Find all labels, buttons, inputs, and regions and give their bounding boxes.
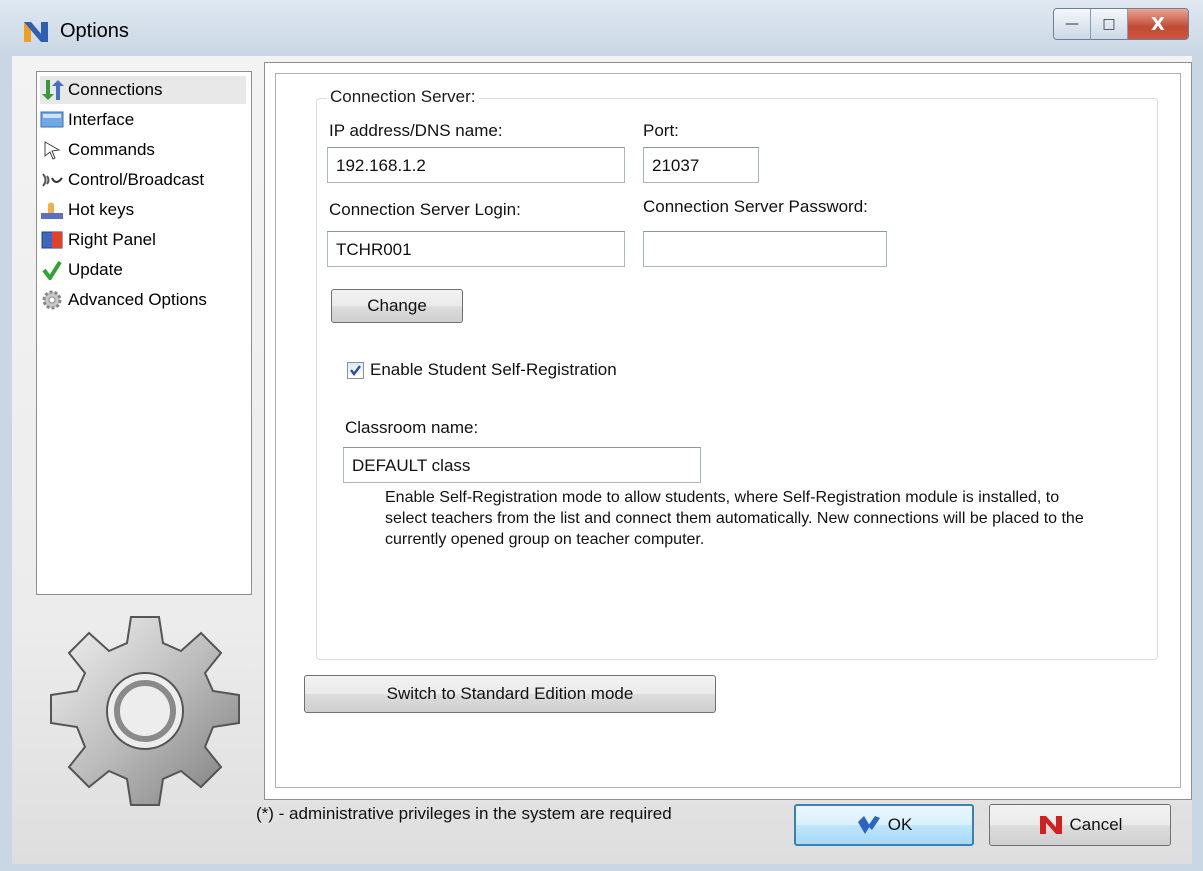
sidebar-item-label: Hot keys: [68, 200, 135, 219]
classroom-name-input[interactable]: DEFAULT class: [343, 447, 701, 483]
login-label: Connection Server Login:: [329, 200, 521, 219]
self-registration-help-text: Enable Self-Registration mode to allow s…: [385, 489, 1084, 548]
login-input[interactable]: TCHR001: [327, 231, 625, 267]
title-bar[interactable]: Options — □ X: [0, 0, 1203, 56]
sidebar-item-label: Interface: [68, 110, 135, 129]
group-title: Connection Server:: [327, 87, 479, 107]
options-window: Options — □ X Connections Interface Comm…: [0, 0, 1203, 871]
cancel-x-icon: [1039, 816, 1062, 834]
sidebar-item-right-panel[interactable]: Right Panel: [40, 226, 246, 254]
window-controls: — □ X: [1053, 8, 1189, 40]
cancel-label: Cancel: [1069, 815, 1123, 834]
connections-arrows-icon: [40, 79, 64, 101]
sidebar-item-label: Connections: [68, 80, 163, 99]
sidebar-item-label: Commands: [68, 140, 155, 159]
switch-to-standard-edition-button[interactable]: Switch to Standard Edition mode: [304, 675, 716, 713]
sidebar-item-hot-keys[interactable]: Hot keys: [40, 196, 246, 224]
close-button[interactable]: X: [1128, 9, 1188, 39]
sidebar-item-label: Update: [68, 260, 123, 279]
sidebar-item-interface[interactable]: Interface: [40, 106, 246, 134]
ok-check-icon: [857, 816, 880, 834]
broadcast-icon: [40, 169, 64, 191]
minimize-button[interactable]: —: [1054, 9, 1091, 39]
settings-inner-frame: Connection Server: IP address/DNS name: …: [275, 73, 1181, 788]
cancel-button[interactable]: Cancel: [989, 804, 1171, 846]
dialog-client-area: Connections Interface Commands Control/B…: [12, 56, 1192, 864]
sidebar-item-label: Advanced Options: [68, 290, 207, 309]
sidebar-item-connections[interactable]: Connections: [40, 76, 246, 104]
ip-address-label: IP address/DNS name:: [329, 121, 503, 140]
app-logo-icon: [24, 22, 48, 42]
sidebar-item-label: Control/Broadcast: [68, 170, 205, 189]
checkmark-icon: [350, 365, 361, 376]
self-registration-checkbox[interactable]: [347, 362, 364, 379]
port-label: Port:: [643, 121, 679, 140]
decorative-gear-icon: [50, 616, 240, 806]
maximize-button[interactable]: □: [1091, 9, 1128, 39]
change-button[interactable]: Change: [331, 289, 463, 323]
classroom-name-label: Classroom name:: [345, 418, 479, 437]
window-title: Options: [60, 20, 129, 42]
sidebar-item-commands[interactable]: Commands: [40, 136, 246, 164]
sidebar-item-update[interactable]: Update: [40, 256, 246, 284]
password-input[interactable]: [643, 231, 887, 267]
connection-server-group: Connection Server: IP address/DNS name: …: [316, 87, 1158, 660]
password-label: Connection Server Password:: [643, 197, 868, 216]
checkmark-icon: [40, 259, 64, 281]
sidebar-item-label: Right Panel: [68, 230, 156, 249]
sidebar-item-control-broadcast[interactable]: Control/Broadcast: [40, 166, 246, 194]
ok-label: OK: [887, 815, 913, 834]
admin-privileges-note: (*) - administrative privileges in the s…: [256, 804, 672, 823]
monitor-icon: [40, 109, 64, 131]
ok-button[interactable]: OK: [794, 804, 974, 846]
gear-icon: [40, 289, 64, 311]
ip-address-input[interactable]: 192.168.1.2: [327, 147, 625, 183]
keyboard-hand-icon: [40, 199, 64, 221]
port-input[interactable]: 21037: [643, 147, 759, 183]
settings-content-panel: Connection Server: IP address/DNS name: …: [264, 62, 1192, 800]
options-category-list: Connections Interface Commands Control/B…: [36, 71, 252, 595]
right-panel-icon: [40, 229, 64, 251]
cursor-arrow-icon: [40, 139, 64, 161]
self-registration-label[interactable]: Enable Student Self-Registration: [370, 360, 617, 380]
sidebar-item-advanced-options[interactable]: Advanced Options: [40, 286, 246, 314]
